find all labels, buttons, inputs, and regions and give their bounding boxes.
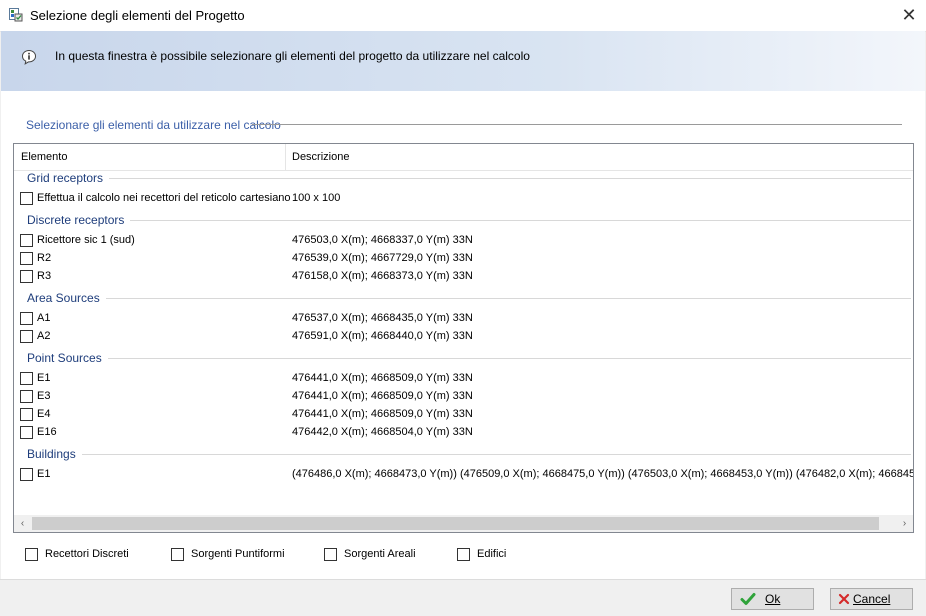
filter-checkbox[interactable] (25, 548, 38, 561)
row-element: Ricettore sic 1 (sud) (37, 234, 135, 246)
section-label-buildings: Buildings (27, 447, 82, 461)
row-element: A2 (37, 330, 51, 342)
row-element: R2 (37, 252, 52, 264)
row-description: 476591,0 X(m); 4668440,0 Y(m) 33N (292, 330, 473, 342)
table-row[interactable]: Effettua il calcolo nei recettori del re… (14, 189, 913, 207)
section-divider (27, 358, 911, 359)
section-divider (27, 178, 911, 179)
row-description: 476503,0 X(m); 4668337,0 Y(m) 33N (292, 234, 473, 246)
row-checkbox[interactable] (20, 252, 33, 265)
cancel-button[interactable]: Cancel (830, 588, 913, 610)
row-description: 476158,0 X(m); 4668373,0 Y(m) 33N (292, 270, 473, 282)
row-description: 476441,0 X(m); 4668509,0 Y(m) 33N (292, 390, 473, 402)
info-text: In questa finestra è possibile seleziona… (55, 49, 530, 63)
row-checkbox[interactable] (20, 234, 33, 247)
table-row[interactable]: Ricettore sic 1 (sud) 476503,0 X(m); 466… (14, 231, 913, 249)
column-header-description[interactable]: Descrizione (292, 151, 349, 163)
table-row[interactable]: E1 476441,0 X(m); 4668509,0 Y(m) 33N (14, 369, 913, 387)
window-title: Selezione degli elementi del Progetto (30, 8, 245, 23)
row-checkbox[interactable] (20, 426, 33, 439)
cancel-label: Cancel (853, 592, 891, 606)
section-divider (27, 454, 911, 455)
group-divider (252, 124, 902, 125)
filter-label[interactable]: Recettori Discreti (45, 548, 129, 560)
row-element: A1 (37, 312, 51, 324)
table-row[interactable]: E16 476442,0 X(m); 4668504,0 Y(m) 33N (14, 423, 913, 441)
group-title: Selezionare gli elementi da utilizzare n… (26, 118, 287, 132)
table-row[interactable]: A2 476591,0 X(m); 4668440,0 Y(m) 33N (14, 327, 913, 345)
table-row[interactable]: E1 (476486,0 X(m); 4668473,0 Y(m)) (4765… (14, 465, 913, 483)
row-checkbox[interactable] (20, 390, 33, 403)
row-description: (476486,0 X(m); 4668473,0 Y(m)) (476509,… (292, 468, 914, 480)
table-row[interactable]: R2 476539,0 X(m); 4667729,0 Y(m) 33N (14, 249, 913, 267)
row-element: R3 (37, 270, 52, 282)
column-header-element[interactable]: Elemento (21, 151, 67, 163)
scrollbar-thumb[interactable] (32, 517, 879, 530)
scroll-right-icon[interactable]: › (896, 516, 913, 531)
row-element: Effettua il calcolo nei recettori del re… (37, 192, 291, 204)
dialog-footer: Ok Cancel (0, 579, 926, 616)
ok-button[interactable]: Ok (731, 588, 814, 610)
check-icon (740, 593, 756, 605)
row-description: 476539,0 X(m); 4667729,0 Y(m) 33N (292, 252, 473, 264)
filter-label[interactable]: Edifici (477, 548, 506, 560)
row-description: 476441,0 X(m); 4668509,0 Y(m) 33N (292, 372, 473, 384)
row-checkbox[interactable] (20, 372, 33, 385)
row-description: 100 x 100 (292, 192, 341, 204)
row-element: E1 (37, 468, 51, 480)
row-description: 476537,0 X(m); 4668435,0 Y(m) 33N (292, 312, 473, 324)
row-checkbox[interactable] (20, 312, 33, 325)
section-label-point-sources: Point Sources (27, 351, 108, 365)
row-checkbox[interactable] (20, 270, 33, 283)
table-row[interactable]: E3 476441,0 X(m); 4668509,0 Y(m) 33N (14, 387, 913, 405)
section-divider (27, 220, 911, 221)
close-button[interactable]: ✕ (892, 0, 926, 31)
filter-checkbox[interactable] (324, 548, 337, 561)
column-separator[interactable] (285, 144, 286, 170)
table-row[interactable]: A1 476537,0 X(m); 4668435,0 Y(m) 33N (14, 309, 913, 327)
title-bar: Selezione degli elementi del Progetto ✕ (0, 0, 926, 32)
section-label-grid-receptors: Grid receptors (27, 171, 110, 185)
filter-label[interactable]: Sorgenti Puntiformi (191, 548, 285, 560)
table-row[interactable]: R3 476158,0 X(m); 4668373,0 Y(m) 33N (14, 267, 913, 285)
ok-label: Ok (765, 592, 781, 606)
row-checkbox[interactable] (20, 330, 33, 343)
horizontal-scrollbar[interactable]: ‹ › (14, 515, 913, 532)
row-element: E1 (37, 372, 51, 384)
row-element: E3 (37, 390, 51, 402)
close-icon: ✕ (901, 5, 917, 25)
section-label-area-sources: Area Sources (27, 291, 106, 305)
filter-checkbox[interactable] (171, 548, 184, 561)
row-description: 476442,0 X(m); 4668504,0 Y(m) 33N (292, 426, 473, 438)
filter-label[interactable]: Sorgenti Areali (344, 548, 416, 560)
row-checkbox[interactable] (20, 408, 33, 421)
section-divider (27, 298, 911, 299)
elements-grid[interactable]: Elemento Descrizione Grid receptors Effe… (13, 143, 914, 533)
x-icon (838, 593, 850, 605)
row-description: 476441,0 X(m); 4668509,0 Y(m) 33N (292, 408, 473, 420)
section-label-discrete-receptors: Discrete receptors (27, 213, 131, 227)
table-row[interactable]: E4 476441,0 X(m); 4668509,0 Y(m) 33N (14, 405, 913, 423)
grid-header: Elemento Descrizione (14, 144, 913, 171)
info-icon (21, 49, 37, 65)
row-checkbox[interactable] (20, 192, 33, 205)
row-element: E4 (37, 408, 51, 420)
scroll-left-icon[interactable]: ‹ (14, 516, 31, 531)
info-banner: In questa finestra è possibile seleziona… (1, 31, 925, 91)
row-element: E16 (37, 426, 57, 438)
row-checkbox[interactable] (20, 468, 33, 481)
filter-checkbox[interactable] (457, 548, 470, 561)
app-icon (9, 8, 23, 22)
